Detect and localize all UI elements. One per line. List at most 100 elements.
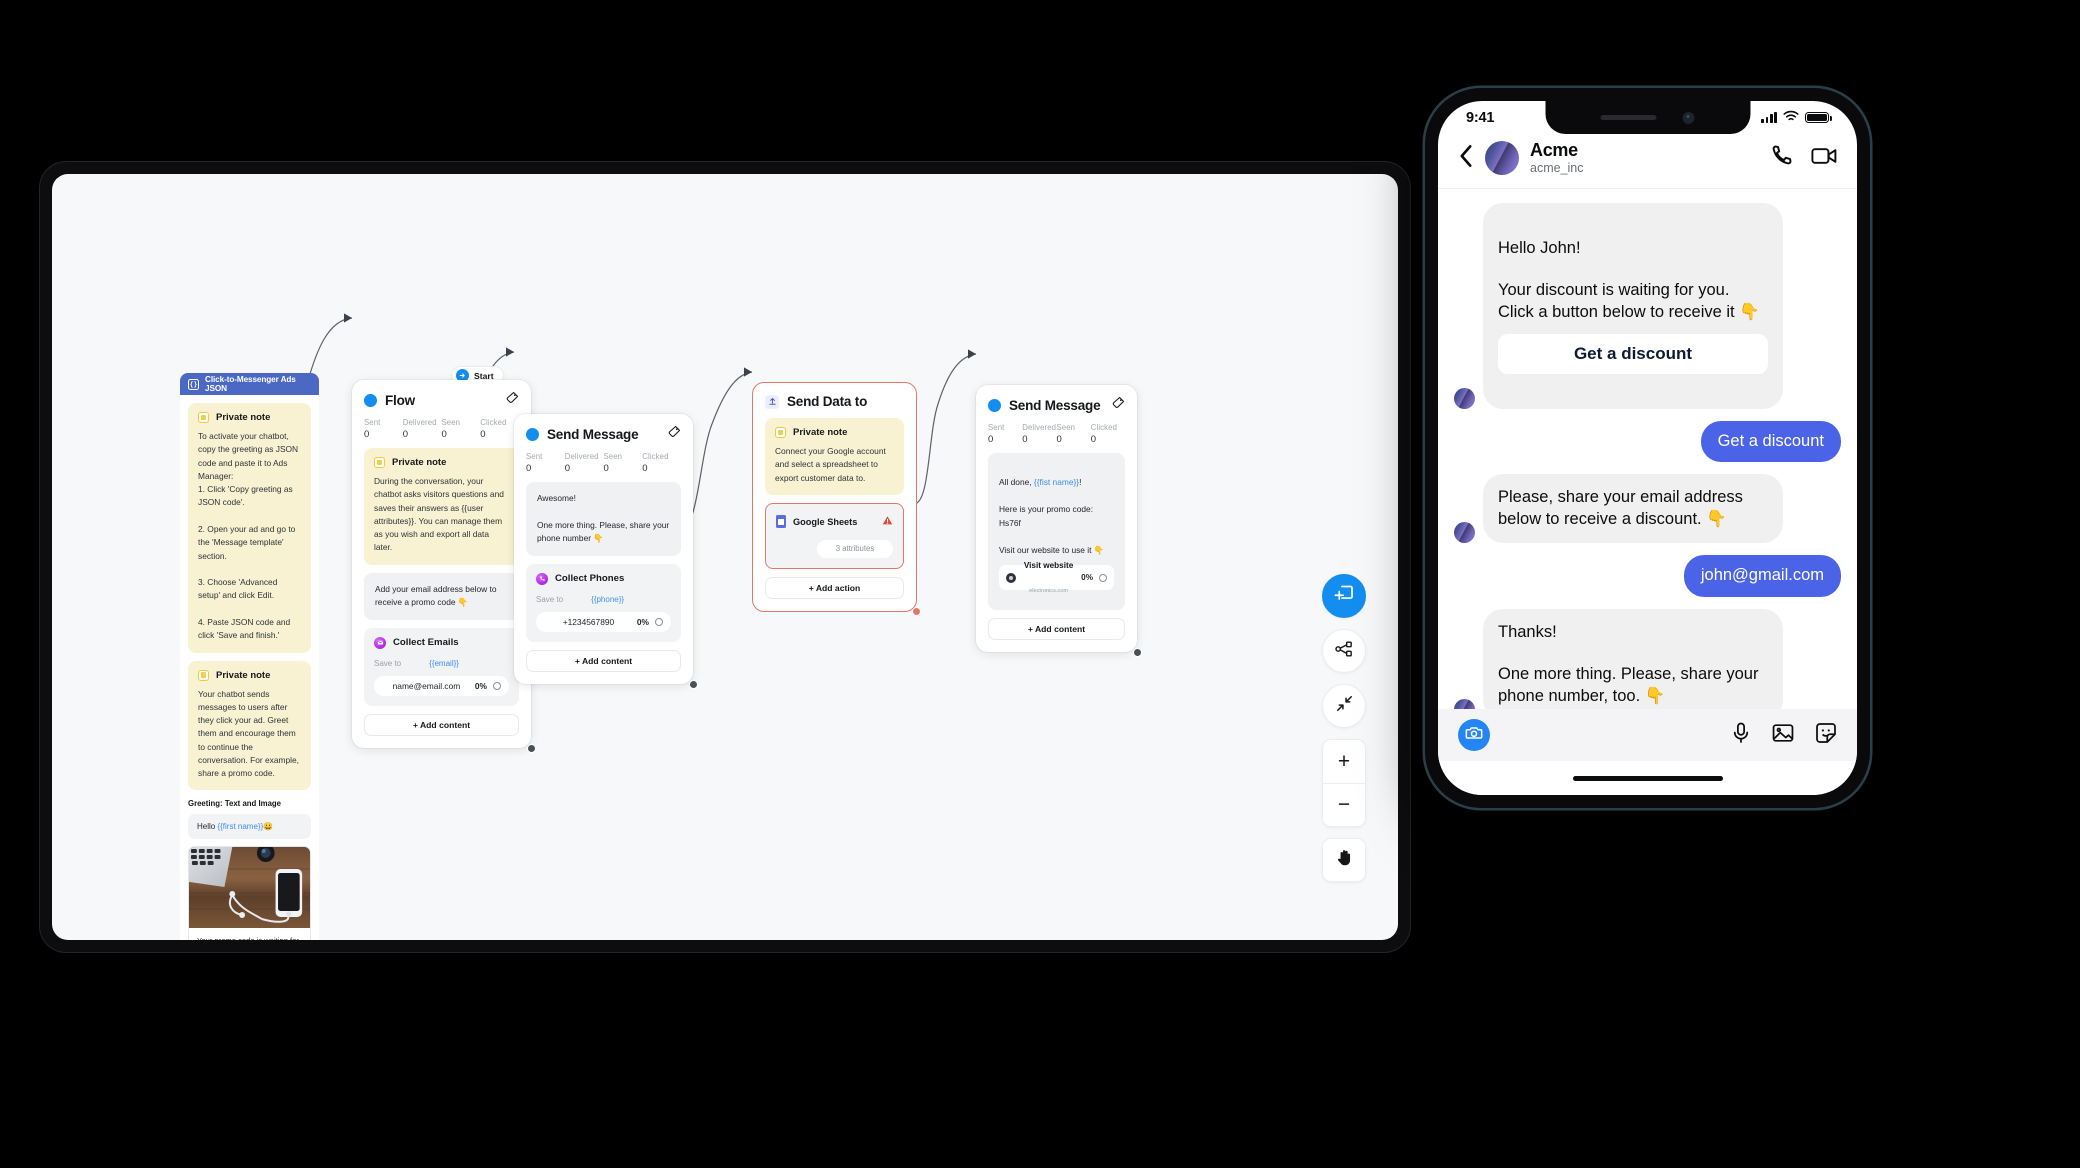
tree-layout-button[interactable] [1322, 629, 1366, 673]
node-stats: Sent 0 Delivered 0 Seen 0 Clicked 0 [364, 418, 519, 440]
node-send-message-1[interactable]: Send Message Sent 0 Delivered 0 Seen 0 Clic… [514, 414, 698, 689]
get-a-discount-button[interactable]: Get a discount [1498, 334, 1768, 375]
visit-website-button[interactable]: Visit website electronics.com 0% [999, 561, 1114, 594]
message-list[interactable]: Hello John! Your discount is waiting for… [1438, 189, 1857, 709]
node-send-message-2[interactable]: Send Message Sent 0 Delivered 0 Seen 0 Clic… [976, 385, 1142, 657]
save-to-row: Save to {{phone}} [536, 595, 671, 604]
greeting-card-header: {} Click-to-Messenger Ads JSON [180, 373, 319, 395]
stat-seen: Seen 0 [441, 418, 461, 440]
message-composer[interactable] [1438, 709, 1857, 761]
outgoing-bubble: Get a discount [1700, 420, 1841, 463]
integration-header: Google Sheets [776, 513, 893, 531]
fit-to-screen-button[interactable] [1322, 684, 1366, 728]
message-row: Please, share your email address below t… [1454, 474, 1841, 544]
email-input-preview[interactable]: name@email.com 0% [374, 675, 509, 696]
node-header: Send Message [988, 396, 1125, 414]
microphone-icon[interactable] [1731, 722, 1751, 749]
collect-emails-block[interactable]: Collect Emails Save to {{email}} name@em… [364, 627, 519, 706]
note-title: Private note [793, 427, 848, 438]
canvas-toolbar[interactable]: + − [1322, 574, 1366, 882]
add-action-button[interactable]: + Add action [765, 576, 904, 599]
note-icon [198, 669, 209, 681]
stat-delivered: Delivered 0 [1022, 423, 1057, 445]
output-port-icon[interactable] [1099, 573, 1107, 582]
node-output-port[interactable] [689, 679, 698, 689]
add-content-button[interactable]: + Add content [364, 713, 519, 736]
message-bubble[interactable]: All done, {{fist name}}! Here is your pr… [988, 453, 1125, 610]
collect-phones-block[interactable]: Collect Phones Save to {{phone}} +123456… [526, 563, 681, 642]
note-body: Connect your Google account and select a… [775, 446, 886, 483]
collect-title: Collect Phones [555, 573, 625, 585]
phone-icon[interactable] [1769, 143, 1794, 173]
message-bubble[interactable]: Add your email address below to receive … [364, 572, 519, 620]
incoming-bubble: Hello John! Your discount is waiting for… [1483, 203, 1783, 409]
node-output-port[interactable] [1133, 647, 1142, 657]
output-port-icon[interactable] [493, 681, 501, 690]
chat-header-actions [1769, 143, 1837, 173]
contact-avatar[interactable] [1485, 141, 1519, 176]
click-rate: 0% [636, 616, 649, 627]
greeting-gallery-card[interactable]: Your promo code is waiting for you. Clic… [188, 846, 311, 940]
stat-delivered: Delivered 0 [402, 418, 437, 440]
visit-button-label: Visit website [1023, 561, 1074, 571]
stat-sent: Sent 0 [364, 418, 381, 440]
node-output-port[interactable] [527, 743, 536, 753]
message-row: Thanks! One more thing. Please, share yo… [1454, 608, 1841, 709]
node-stats: Sent 0 Delivered 0 Seen 0 Clicked 0 [988, 423, 1125, 445]
messenger-app[interactable]: 9:41 Acme acme_inc Hello John! Your disc… [1438, 101, 1857, 795]
stat-seen: Seen 0 [603, 452, 623, 474]
battery-full-icon [1805, 111, 1832, 124]
upload-icon [765, 394, 779, 409]
sticker-icon[interactable] [1815, 722, 1837, 749]
node-output-port[interactable] [912, 606, 921, 616]
video-camera-icon[interactable] [1811, 145, 1837, 172]
node-send-data-to[interactable]: Send Data to Private note Connect your G… [752, 382, 921, 616]
save-to-row: Save to {{email}} [374, 659, 509, 668]
message-text: Hello John! Your discount is waiting for… [1498, 238, 1760, 321]
avatar [1454, 522, 1475, 544]
node-flow[interactable]: Flow Sent0 Delivered0 Seen0 Clicked0 [352, 380, 536, 753]
camera-icon [1465, 724, 1483, 747]
save-to-value[interactable]: {{email}} [429, 659, 459, 668]
incoming-bubble: Please, share your email address below t… [1483, 474, 1783, 544]
tag-icon[interactable] [668, 425, 681, 443]
message-row: Hello John! Your discount is waiting for… [1454, 203, 1841, 409]
attributes-pill[interactable]: 3 attributes [817, 539, 893, 558]
flow-builder-canvas[interactable]: {} Click-to-Messenger Ads JSON Private n… [52, 174, 1398, 940]
zoom-in-button[interactable]: + [1323, 740, 1365, 783]
zoom-out-button[interactable]: − [1323, 783, 1365, 826]
collapse-arrows-icon [1335, 694, 1354, 718]
contact-info: Acme acme_inc [1530, 140, 1584, 176]
note-title: Private note [392, 457, 447, 468]
greeting-card[interactable]: {} Click-to-Messenger Ads JSON Private n… [180, 373, 319, 940]
add-node-button[interactable] [1322, 574, 1366, 618]
outgoing-bubble: john@gmail.com [1683, 555, 1841, 597]
message-suffix: ! Here is your promo code: Hs76f Visit o… [999, 477, 1105, 555]
stat-sent: Sent 0 [988, 423, 1005, 445]
add-content-button[interactable]: + Add content [988, 617, 1125, 640]
add-content-button[interactable]: + Add content [526, 649, 681, 672]
tag-icon[interactable] [506, 391, 519, 409]
google-sheets-action[interactable]: Google Sheets 3 attributes [765, 502, 904, 569]
greeting-text-block[interactable]: Hello {{first name}}😀 [188, 814, 311, 840]
collect-title: Collect Emails [393, 637, 459, 649]
image-icon[interactable] [1772, 723, 1794, 748]
json-braces-icon: {} [188, 378, 199, 390]
phone-input-preview[interactable]: +1234567890 0% [536, 611, 671, 632]
note-icon [775, 427, 786, 438]
camera-button[interactable] [1458, 719, 1490, 751]
pan-tool-button[interactable] [1322, 838, 1366, 882]
save-to-value[interactable]: {{phone}} [591, 595, 624, 604]
wifi-icon [1783, 109, 1799, 127]
zoom-controls[interactable]: + − [1322, 739, 1366, 827]
back-button[interactable] [1458, 144, 1474, 173]
output-port-icon[interactable] [655, 617, 663, 626]
message-bubble[interactable]: Awesome! One more thing. Please, share y… [526, 482, 681, 556]
screenshot-stage: {} Click-to-Messenger Ads JSON Private n… [0, 0, 2080, 1168]
tag-icon[interactable] [1112, 396, 1125, 414]
node-title: Send Data to [787, 394, 868, 409]
blue-dot-icon [988, 398, 1001, 412]
gallery-image [189, 847, 310, 929]
note-body: Your chatbot sends messages to users aft… [198, 688, 300, 779]
start-label: Start [474, 370, 494, 381]
